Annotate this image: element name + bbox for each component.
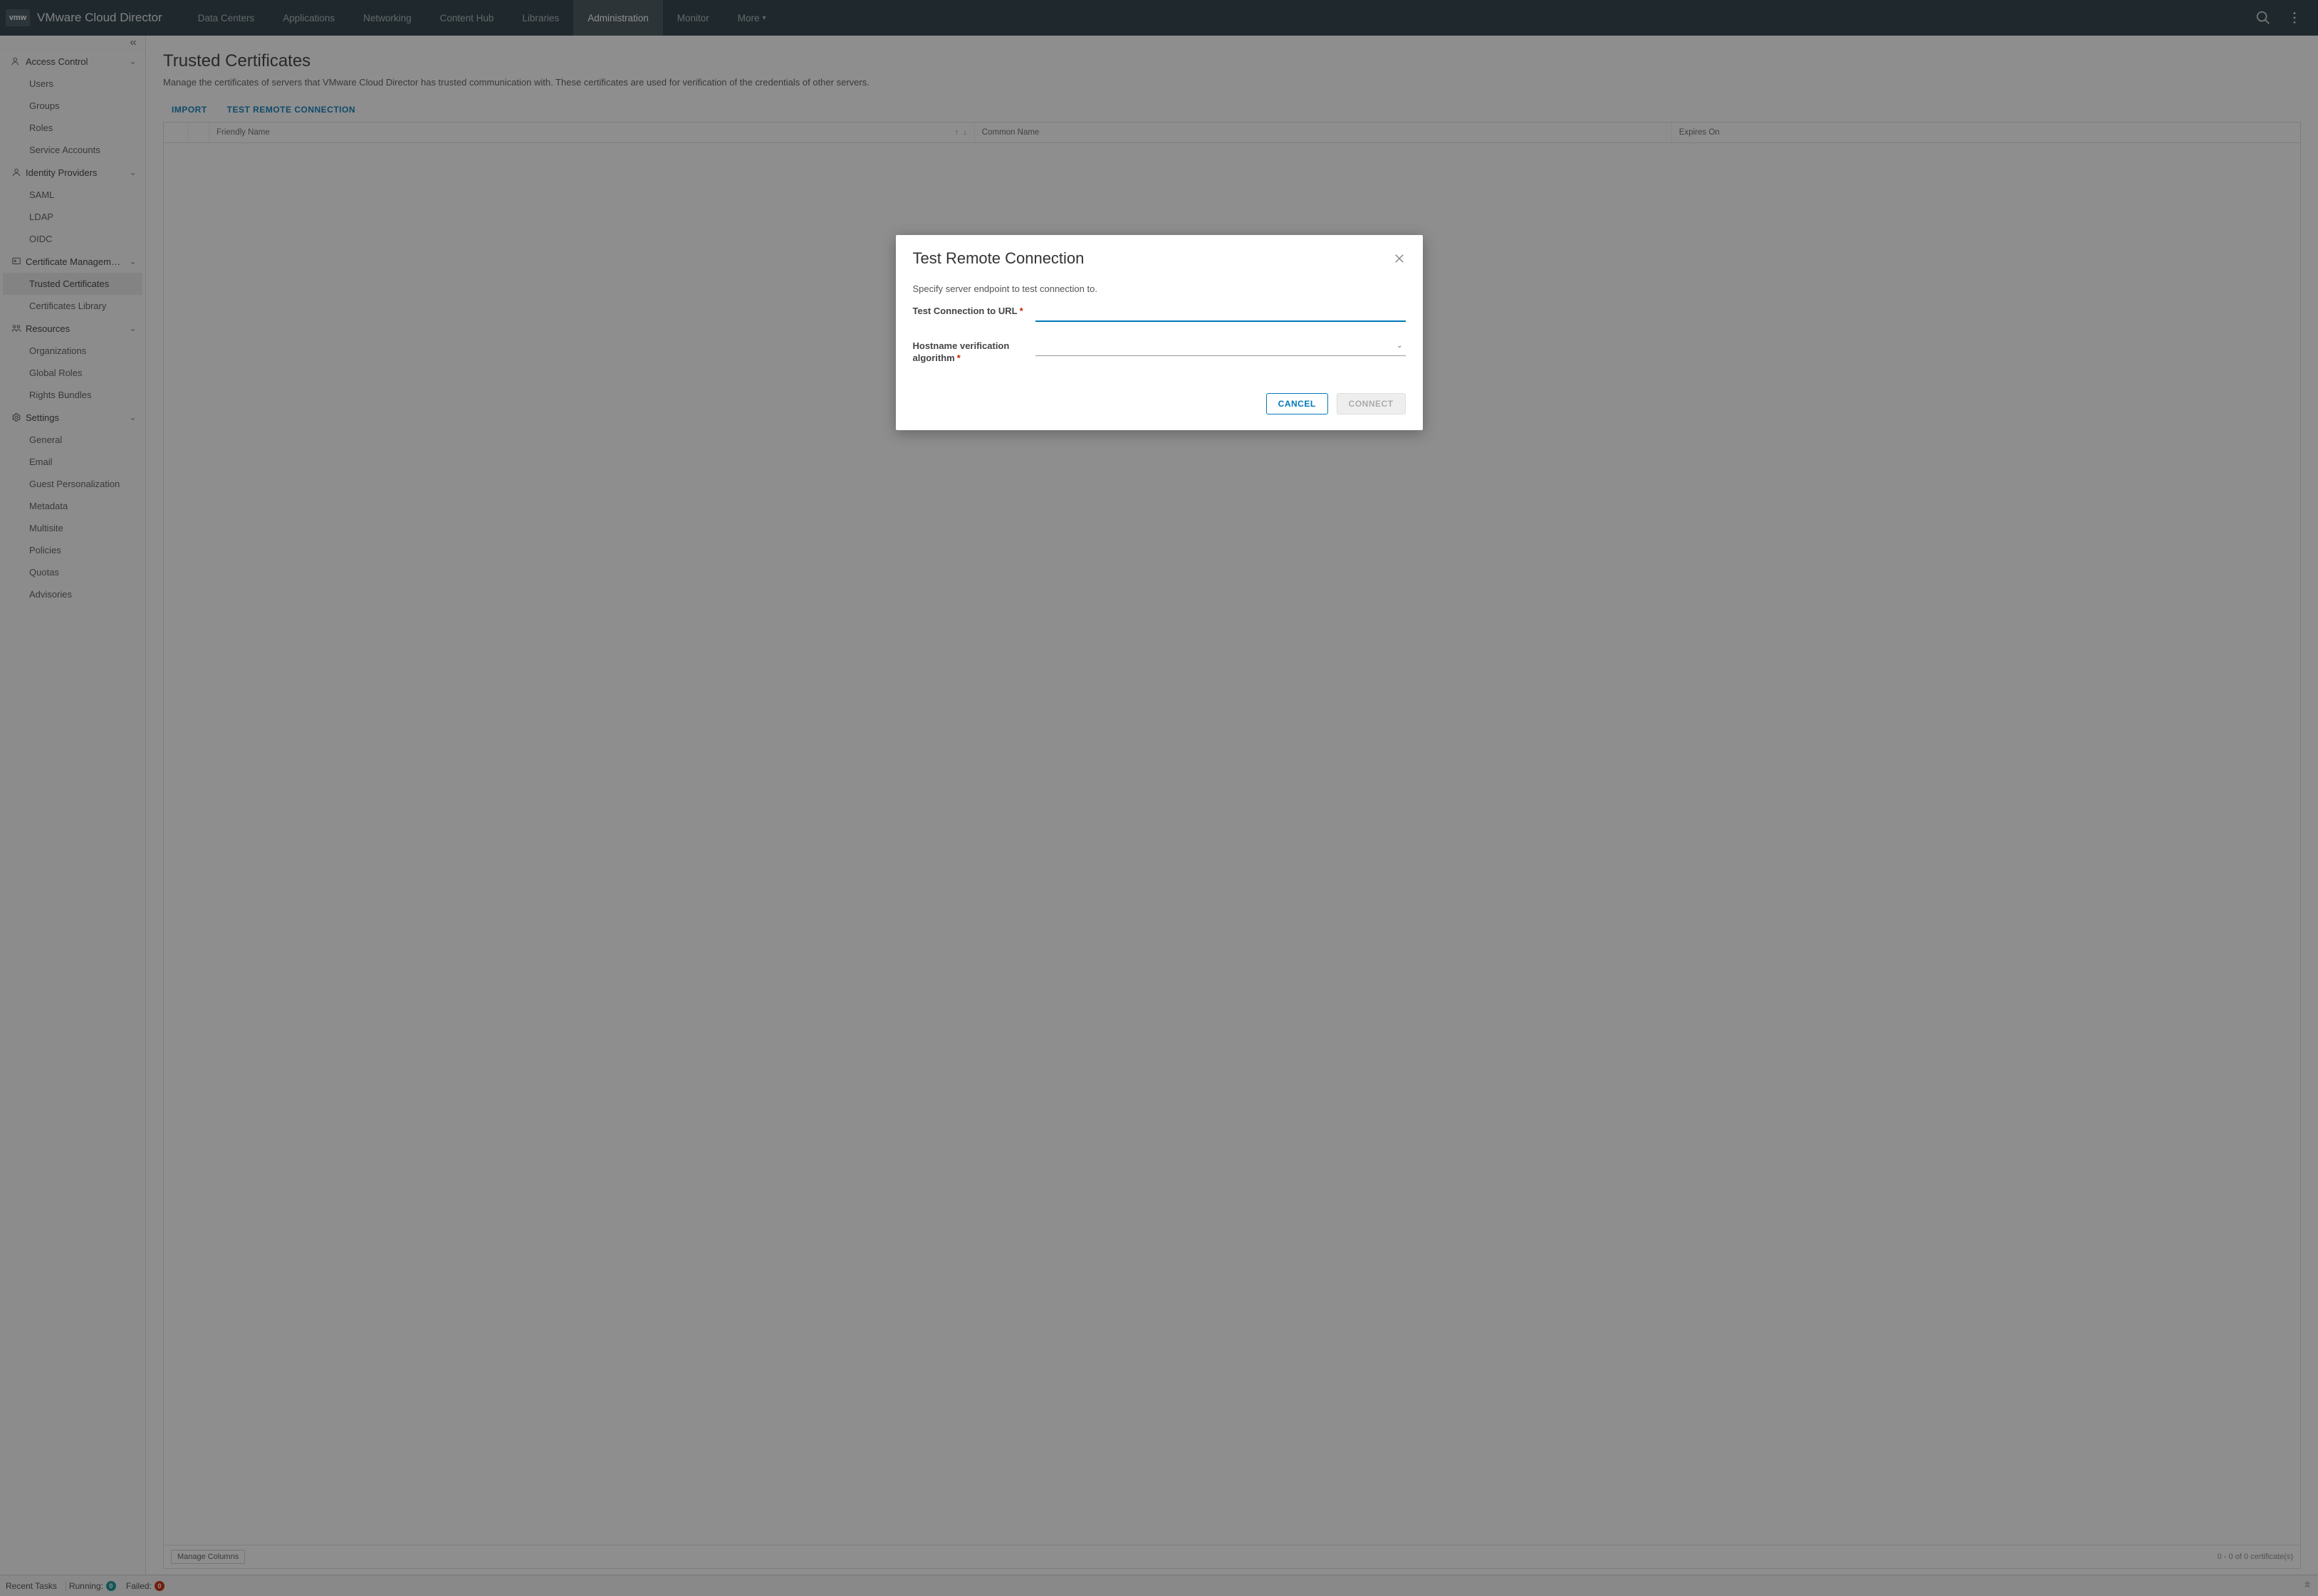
- cancel-button[interactable]: CANCEL: [1266, 393, 1328, 414]
- url-input[interactable]: [1035, 304, 1406, 322]
- test-remote-connection-dialog: Test Remote Connection Specify server en…: [896, 235, 1423, 430]
- connect-button[interactable]: CONNECT: [1337, 393, 1406, 414]
- algorithm-select[interactable]: [1035, 339, 1406, 356]
- url-field-label: Test Connection to URL*: [913, 304, 1035, 318]
- modal-overlay: Test Remote Connection Specify server en…: [0, 0, 2318, 1596]
- algorithm-field-label: Hostname verification algorithm*: [913, 339, 1035, 365]
- close-icon[interactable]: [1393, 252, 1406, 265]
- modal-title: Test Remote Connection: [913, 249, 1085, 268]
- modal-description: Specify server endpoint to test connecti…: [913, 283, 1406, 294]
